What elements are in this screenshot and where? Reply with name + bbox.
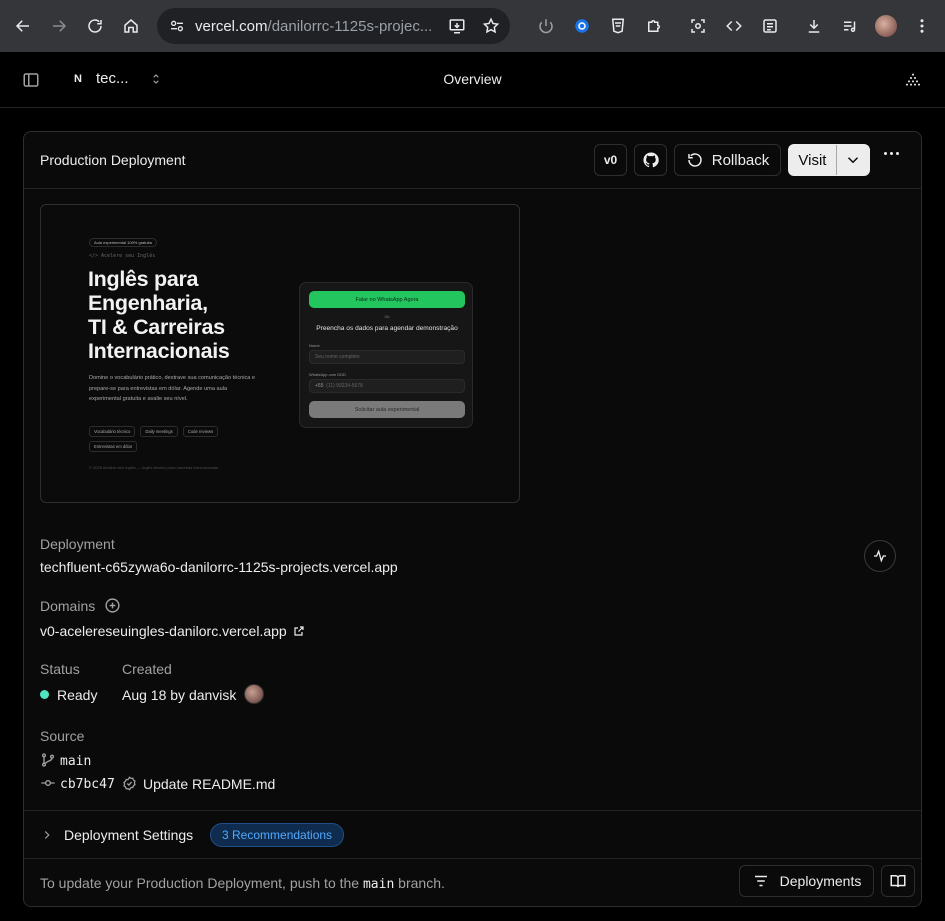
preview-headline: Inglês para Engenharia, TI & Carreiras I… — [88, 267, 230, 363]
status-dot — [40, 690, 49, 699]
preview-phone-label: WhatsApp com DDD — [309, 372, 346, 377]
vpn-extension-icon[interactable] — [564, 8, 600, 44]
deployments-button[interactable]: Deployments — [739, 865, 874, 897]
forward-icon[interactable] — [41, 8, 77, 44]
rollback-icon — [686, 151, 704, 169]
git-commit-icon — [39, 775, 57, 791]
bookmark-star-icon[interactable] — [482, 17, 500, 35]
puzzle-extensions-icon[interactable] — [636, 8, 672, 44]
more-options-icon[interactable] — [884, 152, 899, 155]
screenshot-extension-icon[interactable] — [680, 8, 716, 44]
rollback-button[interactable]: Rollback — [674, 144, 781, 176]
preview-form-title: Preencha os dados para agendar demonstra… — [316, 325, 458, 332]
preview-chip: Vocabulário técnico — [89, 426, 136, 437]
preview-badge: Aula experimental 100% gratuita — [89, 238, 157, 247]
card-header: Production Deployment v0 Rollback Visit — [24, 132, 921, 189]
deployment-settings-title: Deployment Settings — [64, 827, 194, 843]
preview-name-label: Nome — [309, 343, 320, 348]
avatar[interactable] — [244, 684, 264, 704]
visit-button-group[interactable]: Visit — [788, 144, 870, 176]
book-icon — [889, 872, 907, 890]
v0-button[interactable]: v0 — [594, 144, 627, 176]
deployment-url-link[interactable]: techfluent-c65zywa6o-danilorrc-1125s-pro… — [40, 559, 398, 575]
preview-phone-input: +55 (11) 99234-5678 — [309, 379, 465, 393]
reader-mode-icon[interactable] — [752, 8, 788, 44]
v0-logo-icon: v0 — [603, 153, 618, 167]
production-deployment-card: Production Deployment v0 Rollback Visit … — [23, 131, 922, 907]
source-label: Source — [40, 728, 85, 744]
preview-code-line: </> Acelere seu Inglês — [89, 253, 156, 259]
home-icon[interactable] — [113, 8, 149, 44]
deployments-label: Deployments — [779, 873, 862, 889]
browser-menu-icon[interactable] — [904, 8, 940, 44]
branch-name[interactable]: main — [60, 754, 91, 769]
url-text: vercel.com/danilorrc-1125s-projec... — [195, 17, 433, 35]
created-value: Aug 18 by danvisk — [122, 687, 237, 703]
code-extension-icon[interactable] — [716, 8, 752, 44]
deployment-preview-thumbnail[interactable]: Aula experimental 100% gratuita </> Acel… — [40, 204, 520, 503]
preview-or: ou — [384, 314, 390, 319]
back-icon[interactable] — [5, 8, 41, 44]
chevron-right-icon[interactable] — [40, 828, 54, 847]
site-settings-icon[interactable] — [169, 18, 185, 34]
recommendations-badge[interactable]: 3 Recommendations — [210, 823, 345, 847]
install-app-icon[interactable] — [448, 17, 466, 35]
preview-submit-button: Solicitar aula experimental — [309, 401, 465, 418]
media-playlist-icon[interactable] — [832, 8, 868, 44]
github-button[interactable] — [634, 144, 667, 176]
html5-extension-icon[interactable] — [600, 8, 636, 44]
app-header: N tec... Overview — [0, 52, 945, 108]
status-label: Status — [40, 661, 80, 677]
preview-form: Falar no WhatsApp Agora ou Preencha os d… — [299, 282, 473, 428]
rollback-label: Rollback — [711, 151, 770, 169]
external-link-icon — [293, 624, 305, 640]
chevron-down-icon[interactable] — [837, 151, 869, 169]
deployment-label: Deployment — [40, 536, 115, 552]
verified-check-icon — [122, 776, 137, 791]
preview-chip: Daily meetings — [140, 426, 178, 437]
preview-chip: Entrevistas em dólar — [89, 441, 138, 452]
page-title: Overview — [443, 71, 502, 87]
activity-icon[interactable] — [864, 540, 896, 572]
downloads-icon[interactable] — [796, 8, 832, 44]
preview-whatsapp-button: Falar no WhatsApp Agora — [309, 291, 465, 308]
docs-book-button[interactable] — [881, 865, 915, 897]
visit-button[interactable]: Visit — [789, 152, 836, 169]
preview-chips: Vocabulário técnico Daily meetings Code … — [89, 426, 239, 452]
preview-footer: © 2025 Acelere seu Inglês — Inglês técni… — [89, 465, 220, 470]
power-extension-icon[interactable] — [528, 8, 564, 44]
preview-name-input: Seu nome completo — [309, 350, 465, 364]
created-label: Created — [122, 661, 172, 677]
filter-lines-icon — [752, 872, 770, 890]
commit-message[interactable]: Update README.md — [143, 776, 275, 792]
add-domain-icon[interactable] — [104, 597, 121, 614]
preview-chip: Code reviews — [182, 426, 219, 437]
git-branch-icon — [40, 752, 56, 768]
vercel-triangle-icon[interactable] — [905, 72, 921, 88]
card-title: Production Deployment — [40, 152, 186, 168]
address-bar[interactable]: vercel.com/danilorrc-1125s-projec... — [157, 8, 510, 44]
deployment-settings-row[interactable]: Deployment Settings 3 Recommendations — [24, 810, 921, 859]
domains-label: Domains — [40, 598, 96, 614]
preview-description: Domine o vocabulário prático, destrave s… — [89, 375, 256, 402]
reload-icon[interactable] — [77, 8, 113, 44]
footer-hint: To update your Production Deployment, pu… — [40, 875, 445, 892]
status-badge: Ready — [40, 687, 97, 703]
profile-avatar[interactable] — [868, 8, 904, 44]
domain-link[interactable]: v0-acelereseuingles-danilorc.vercel.app — [40, 623, 305, 640]
github-icon — [642, 151, 660, 169]
commit-hash[interactable]: cb7bc47 — [60, 777, 115, 792]
browser-toolbar: vercel.com/danilorrc-1125s-projec... — [0, 0, 945, 52]
